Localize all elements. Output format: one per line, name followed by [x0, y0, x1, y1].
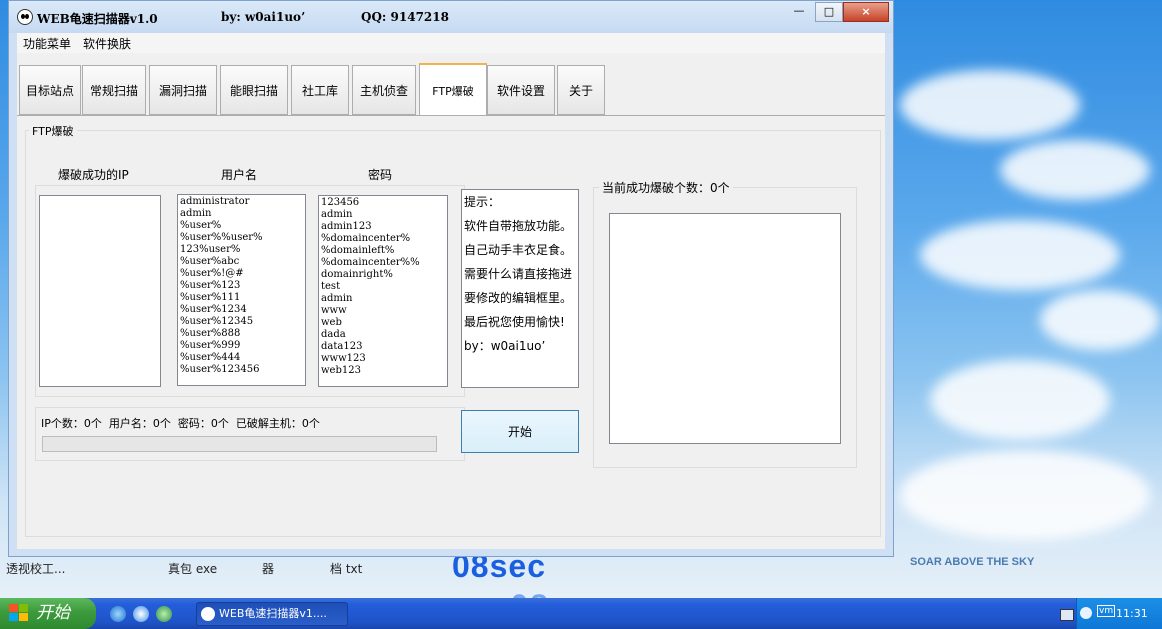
- taskbar-panda-icon: [201, 607, 215, 621]
- tab-target-site[interactable]: 目标站点: [19, 65, 81, 115]
- desktop-icon-label[interactable]: 器: [262, 560, 274, 577]
- username-item: %user%1234: [180, 304, 247, 315]
- username-item: %user%!@#: [180, 268, 244, 279]
- username-item: %user%999: [180, 340, 241, 351]
- success-ip-list[interactable]: [39, 195, 161, 387]
- cloud: [900, 450, 1150, 540]
- tip-line: 软件自带拖放功能。: [464, 219, 573, 233]
- clock: 11:31: [1116, 607, 1148, 620]
- tip-line: 自己动手丰衣足食。: [464, 243, 573, 257]
- tab-eye-scan[interactable]: 能眼扫描: [220, 65, 288, 115]
- username-item: admin: [180, 208, 212, 219]
- maximize-button[interactable]: □: [815, 2, 843, 22]
- window-title: WEB龟速扫描器v1.0: [37, 12, 158, 26]
- start-button[interactable]: 开始: [461, 410, 579, 453]
- window-author: by: w0ai1uo’: [221, 10, 306, 24]
- username-column-label: 用户名: [221, 168, 258, 182]
- taskbar-app-title: WEB龟速扫描器v1....: [219, 607, 327, 620]
- username-item: administrator: [180, 196, 250, 207]
- tab-ftp-brute[interactable]: FTP爆破: [419, 63, 487, 116]
- tray-arrow-icon[interactable]: [1080, 607, 1092, 619]
- app-window: WEB龟速扫描器v1.0 by: w0ai1uo’ QQ: 9147218 — …: [8, 0, 894, 557]
- tray-vm-icon[interactable]: vm: [1097, 605, 1116, 617]
- tab-normal-scan[interactable]: 常规扫描: [82, 65, 146, 115]
- password-item: www123: [321, 353, 366, 364]
- username-item: %user%abc: [180, 256, 240, 267]
- client-area: 功能菜单 软件换肤 目标站点 常规扫描 漏洞扫描 能眼扫描 社工库 主机侦查 F…: [17, 33, 885, 549]
- tab-vuln-scan[interactable]: 漏洞扫描: [149, 65, 217, 115]
- password-item: 123456: [321, 197, 360, 208]
- menu-function[interactable]: 功能菜单: [23, 35, 71, 52]
- taskbar: [0, 598, 1162, 629]
- cloud: [920, 220, 1120, 290]
- start-label: 开始: [36, 603, 70, 623]
- password-item: admin: [321, 209, 353, 220]
- username-list[interactable]: administrator admin %user% %user%%user% 123%…: [177, 194, 306, 386]
- ftp-group-title: FTP爆破: [29, 123, 77, 139]
- tip-line: 需要什么请直接拖进: [464, 267, 573, 281]
- taskbar-app-button[interactable]: WEB龟速扫描器v1....: [196, 602, 348, 626]
- success-count-label: 当前成功爆破个数：0个: [599, 179, 733, 196]
- username-item: %user%: [180, 220, 222, 231]
- username-item: %user%123: [180, 280, 241, 291]
- username-item: %user%888: [180, 328, 241, 339]
- start-menu-button[interactable]: 开始: [0, 598, 96, 629]
- password-list[interactable]: 123456 admin admin123 %domaincenter% %domain…: [318, 195, 448, 387]
- password-item: %domaincenter%: [321, 233, 411, 244]
- tip-line: 要修改的编辑框里。: [464, 291, 573, 305]
- messenger-icon[interactable]: [156, 606, 172, 622]
- password-item: test: [321, 281, 341, 292]
- tab-divider: [17, 115, 885, 116]
- ip-column-label: 爆破成功的IP: [58, 168, 129, 182]
- username-item: %user%111: [180, 292, 241, 303]
- cloud: [900, 70, 1080, 140]
- cloud: [1040, 290, 1160, 350]
- keyboard-icon[interactable]: [1060, 609, 1074, 621]
- password-item: web123: [321, 365, 361, 376]
- tab-social-db[interactable]: 社工库: [291, 65, 349, 115]
- status-text: IP个数：0个 用户名：0个 密码：0个 已破解主机：0个: [41, 417, 320, 430]
- tab-settings[interactable]: 软件设置: [487, 65, 555, 115]
- username-item: %user%%user%: [180, 232, 263, 243]
- window-qq: QQ: 9147218: [361, 10, 449, 24]
- password-item: %domainleft%: [321, 245, 395, 256]
- panda-icon[interactable]: [17, 9, 33, 25]
- password-item: %domaincenter%%: [321, 257, 420, 268]
- tip-line: 提示：: [464, 195, 501, 209]
- menu-skin[interactable]: 软件换肤: [83, 35, 131, 52]
- minimize-button[interactable]: —: [785, 2, 813, 22]
- title-bar[interactable]: WEB龟速扫描器v1.0 by: w0ai1uo’ QQ: 9147218 — …: [9, 1, 893, 33]
- desktop-icon-label[interactable]: 真包 exe: [168, 560, 217, 577]
- password-item: domainright%: [321, 269, 393, 280]
- password-item: dada: [321, 329, 346, 340]
- password-item: data123: [321, 341, 363, 352]
- cloud: [930, 360, 1110, 440]
- tab-about[interactable]: 关于: [557, 65, 605, 115]
- progress-bar: [42, 436, 437, 452]
- windows-logo-icon: [9, 604, 29, 622]
- cloud: [1000, 140, 1150, 200]
- password-item: www: [321, 305, 347, 316]
- password-column-label: 密码: [368, 168, 393, 182]
- username-item: %user%444: [180, 352, 241, 363]
- username-item: 123%user%: [180, 244, 241, 255]
- browser-icon[interactable]: [133, 606, 149, 622]
- tab-host-recon[interactable]: 主机侦查: [352, 65, 416, 115]
- success-result-box[interactable]: [609, 213, 841, 444]
- tip-line: 最后祝您使用愉快!: [464, 315, 565, 329]
- desktop-icon-label[interactable]: 透视校工...: [6, 560, 65, 577]
- menu-bar: 功能菜单 软件换肤: [17, 33, 885, 53]
- password-item: web: [321, 317, 342, 328]
- close-button[interactable]: ×: [843, 2, 889, 22]
- ie-icon[interactable]: [110, 606, 126, 622]
- wallpaper-slogan: SOAR ABOVE THE SKY: [910, 556, 1035, 568]
- password-item: admin: [321, 293, 353, 304]
- tip-line: by：w0ai1uo’: [464, 339, 546, 353]
- tips-box: 提示： 软件自带拖放功能。 自己动手丰衣足食。 需要什么请直接拖进 要修改的编辑框里。最…: [461, 189, 579, 388]
- password-item: admin123: [321, 221, 372, 232]
- username-item: %user%123456: [180, 364, 260, 375]
- desktop-icon-label[interactable]: 档 txt: [330, 560, 362, 577]
- username-item: %user%12345: [180, 316, 254, 327]
